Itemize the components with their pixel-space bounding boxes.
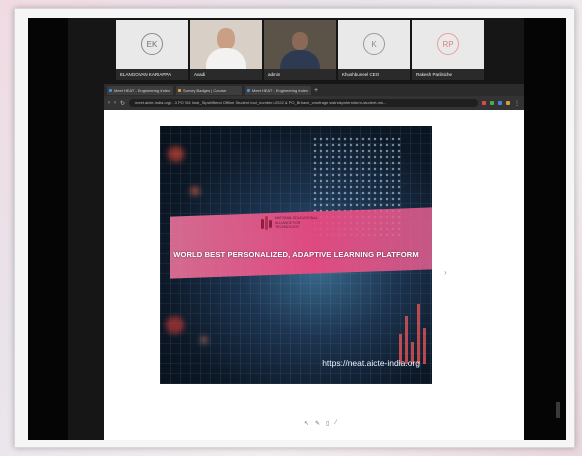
browser-tabbar: Meet HEAT - Engineering Index Survey Bad… <box>104 84 524 96</box>
banner-bars <box>399 304 426 364</box>
browser-tab[interactable]: Meet HEAT - Engineering Index <box>245 85 311 95</box>
forward-icon[interactable]: › <box>114 100 116 106</box>
tab-title: Meet HEAT - Engineering Index <box>252 87 309 93</box>
banner-light <box>190 186 200 196</box>
reload-icon[interactable]: ↻ <box>120 100 125 107</box>
extension-icon[interactable] <box>506 101 510 105</box>
menu-icon[interactable]: ⋮ <box>514 100 520 107</box>
tab-favicon-icon <box>247 88 250 92</box>
annotate-icon[interactable]: ⁄ <box>335 420 336 427</box>
slide-controls: ↖ ✎ ▯ ⁄ <box>304 420 336 427</box>
browser-tab[interactable]: Survey Badges | Course <box>176 85 242 95</box>
url-input[interactable]: meet.aicte-india.org/...3 PO Sl4 Instr_S… <box>129 99 478 107</box>
logo-text: NATIONAL EDUCATIONAL ALLIANCE FOR TECHNO… <box>275 216 318 230</box>
shared-screen: Meet HEAT - Engineering Index Survey Bad… <box>28 18 566 440</box>
new-tab-icon[interactable]: + <box>314 86 318 95</box>
extension-icon[interactable] <box>482 101 486 105</box>
slide-url: https://neat.aicte-india.org <box>322 358 420 368</box>
chevron-right-icon[interactable]: › <box>444 268 447 277</box>
browser-tab[interactable]: Meet HEAT - Engineering Index <box>107 85 173 95</box>
slide-tagline: WORLD BEST PERSONALIZED, ADAPTIVE LEARNI… <box>173 250 419 259</box>
browser-address-bar: ‹ › ↻ meet.aicte-india.org/...3 PO Sl4 I… <box>104 96 524 110</box>
pen-icon[interactable]: ✎ <box>315 420 320 427</box>
tab-title: Survey Badges | Course <box>183 87 227 93</box>
scrollbar[interactable] <box>556 402 560 418</box>
banner-light <box>200 336 208 344</box>
banner-light <box>168 146 184 162</box>
banner-light <box>166 316 184 334</box>
back-icon[interactable]: ‹ <box>108 100 110 106</box>
extension-icon[interactable] <box>490 101 494 105</box>
pointer-icon[interactable]: ↖ <box>304 420 309 427</box>
tab-favicon-icon <box>178 88 181 92</box>
presentation-page: NATIONAL EDUCATIONAL ALLIANCE FOR TECHNO… <box>104 110 524 440</box>
tab-title: Meet HEAT - Engineering Index <box>114 87 171 93</box>
tab-favicon-icon <box>109 88 112 92</box>
logo-mark-icon <box>260 216 272 230</box>
slide-banner: NATIONAL EDUCATIONAL ALLIANCE FOR TECHNO… <box>160 126 432 384</box>
eraser-icon[interactable]: ▯ <box>326 420 329 427</box>
neat-logo: NATIONAL EDUCATIONAL ALLIANCE FOR TECHNO… <box>260 216 325 230</box>
extension-icon[interactable] <box>498 101 502 105</box>
